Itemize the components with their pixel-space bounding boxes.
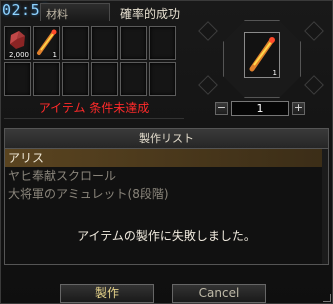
resize-handle[interactable] [323, 294, 331, 302]
quantity-input[interactable]: 1 [231, 101, 289, 116]
frame-ornament [304, 21, 324, 41]
list-scrollbar[interactable] [322, 149, 328, 264]
frame-ornament [198, 21, 218, 41]
craft-button[interactable]: 製作 [60, 284, 154, 303]
cancel-button[interactable]: Cancel [172, 284, 266, 303]
material-slot[interactable] [4, 62, 31, 96]
success-rate-title: 確率的成功 [120, 7, 181, 21]
material-slot[interactable]: 2,000 [4, 26, 31, 60]
material-slot[interactable] [62, 62, 89, 96]
material-slot[interactable] [33, 62, 60, 96]
material-qty: 2,000 [8, 51, 29, 59]
material-slot[interactable] [91, 62, 118, 96]
materials-grid: 2,000 1 [4, 26, 176, 96]
frame-ornament [198, 75, 218, 95]
result-qty: 1 [272, 69, 277, 77]
material-slot[interactable] [120, 26, 147, 60]
craft-list-item[interactable]: アリス [5, 149, 328, 167]
condition-status: アイテム 条件未達成 [4, 97, 184, 119]
material-slot[interactable] [91, 26, 118, 60]
result-frame: 1 − 1 + [195, 20, 329, 120]
decrease-button[interactable]: − [215, 102, 228, 115]
craft-list-item[interactable]: 大将軍のアミュレット(8段階) [5, 185, 328, 203]
tab-materials-label: 材料 [46, 8, 68, 21]
material-slot[interactable] [120, 62, 147, 96]
material-qty: 1 [52, 51, 57, 59]
material-slot[interactable] [149, 26, 176, 60]
material-slot[interactable]: 1 [33, 26, 60, 60]
material-slot[interactable] [62, 26, 89, 60]
tab-materials[interactable]: 材料 [40, 3, 110, 21]
frame-ornament [304, 75, 324, 95]
craft-list-item[interactable]: ヤヒ奉献スクロール [5, 167, 328, 185]
craft-list-panel: 製作リスト アリス ヤヒ奉献スクロール 大将軍のアミュレット(8段階) アイテム… [4, 128, 329, 265]
increase-button[interactable]: + [292, 102, 305, 115]
craft-failed-message: アイテムの製作に失敗しました。 [77, 229, 256, 243]
craft-list-header: 製作リスト [5, 129, 328, 149]
material-slot[interactable] [149, 62, 176, 96]
result-slot[interactable]: 1 [244, 32, 280, 78]
